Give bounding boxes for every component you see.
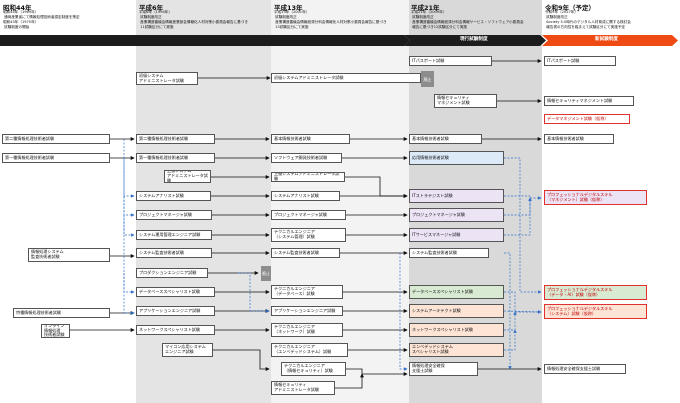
exam-node: 第二種情報処理技術者試験 [2,134,110,144]
exam-node: テクニカルエンジニア （エンベデッドシステム）試験 [271,343,348,357]
exam-node: 基本情報技術者試験 [271,134,350,144]
exam-node: 情報処理システム 監査技術者試験 [28,248,110,262]
exam-node: 特種情報処理技術者試験 [13,308,110,318]
exam-node: プロジェクトマネージャ試験 [136,210,212,220]
exam-node: 情報処理安全確保 支援士試験 [409,362,478,376]
exam-node: テクニカルエンジニア （情報セキュリティ）試験 [281,362,346,376]
exam-node: システムアナリスト試験 [136,191,211,201]
exam-node: システムアナリスト試験 [271,191,340,201]
exam-node: システムアーキテクト試験 [409,304,504,318]
exam-node: 応用情報技術者試験 [409,151,504,165]
exam-node: ネットワークスペシャリスト試験 [409,323,504,337]
exam-node: プロダクションエンジニア試験 [136,268,208,278]
exam-node: プロフェッショナルデジタルスキル （マネジメント）試験（仮称） [544,190,647,205]
new-system-label: 新試験制度 [595,37,618,42]
exam-node: 初級システム アドミニストレータ試験 [136,72,198,85]
exam-node: データベーススペシャリスト試験 [409,285,504,299]
exam-node: 基本情報技術者試験 [544,134,614,144]
current-system-label: 現行試験制度 [460,37,488,42]
exam-node: データマネジメント試験（仮称） [544,114,630,124]
timeline-arrow-past [0,35,410,46]
exam-node: テクニカルエンジニア （システム管理）試験 [271,228,346,242]
exam-node: 上級システム アドミニストレータ試験 [164,170,211,183]
exam-node: 初級システムアドミニストレータ試験 [271,73,421,83]
exam-node: システム監査技術者試験 [136,248,212,258]
exam-node: ソフトウェア開発技術者試験 [271,153,342,163]
exam-node: アプリケーションエンジニア試験 [271,306,343,316]
exam-node: ITパスポート試験 [544,56,616,66]
exam-node: 第一種情報処理技術者試験 [2,153,110,163]
exam-node: プロジェクトマネージャ試験 [409,208,504,222]
exam-node: オンライン情報処理 技術者試験 [41,324,70,338]
abolished-badge: 廃止 [421,71,434,87]
exam-node: プロフェッショナルデジタルスキル （データ・AI）試験（仮称） [544,285,647,300]
exam-node: システム監査技術者試験 [409,248,489,258]
exam-node: プロジェクトマネージャ試験 [271,210,346,220]
exam-node: システム運用管理エンジニア試験 [136,230,212,240]
exam-node: 情報セキュリティ アドミニストレータ試験 [271,381,335,395]
exam-node: アプリケーションエンジニア試験 [136,306,215,316]
exam-node: プロフェッショナルデジタルスキル （システム）試験（仮称） [544,304,647,319]
exam-node: データベーススペシャリスト試験 [136,287,215,297]
exam-node: マイコン応用システム エンジニア試験 [162,343,213,357]
exam-node: ネットワークスペシャリスト試験 [136,325,215,335]
exam-node: ITパスポート試験 [409,56,492,66]
exam-node: 基本情報技術者試験 [409,134,482,144]
exam-node: 情報処理安全確保支援士試験 [544,364,626,374]
exam-node: 情報セキュリティマネジメント試験 [544,96,634,106]
exam-node: 上級システムアドミニストレータ試験 [271,172,345,182]
exam-node: 第一種情報処理技術者試験 [136,153,215,163]
exam-node: 情報セキュリティ マネジメント試験 [434,94,497,108]
exam-node: テクニカルエンジニア （データベース）試験 [271,285,343,299]
exam-node: ITサービスマネージャ試験 [409,228,504,242]
abolished-badge: 廃止 [261,266,271,281]
exam-node: システム監査技術者試験 [271,248,340,258]
exam-node: エンベデッドシステム スペシャリスト試験 [409,343,504,357]
exam-node: ITストラテジスト試験 [409,189,504,203]
exam-node: 第二種情報処理技術者試験 [136,134,215,144]
exam-node: テクニカルエンジニア （ネットワーク）試験 [271,323,343,337]
